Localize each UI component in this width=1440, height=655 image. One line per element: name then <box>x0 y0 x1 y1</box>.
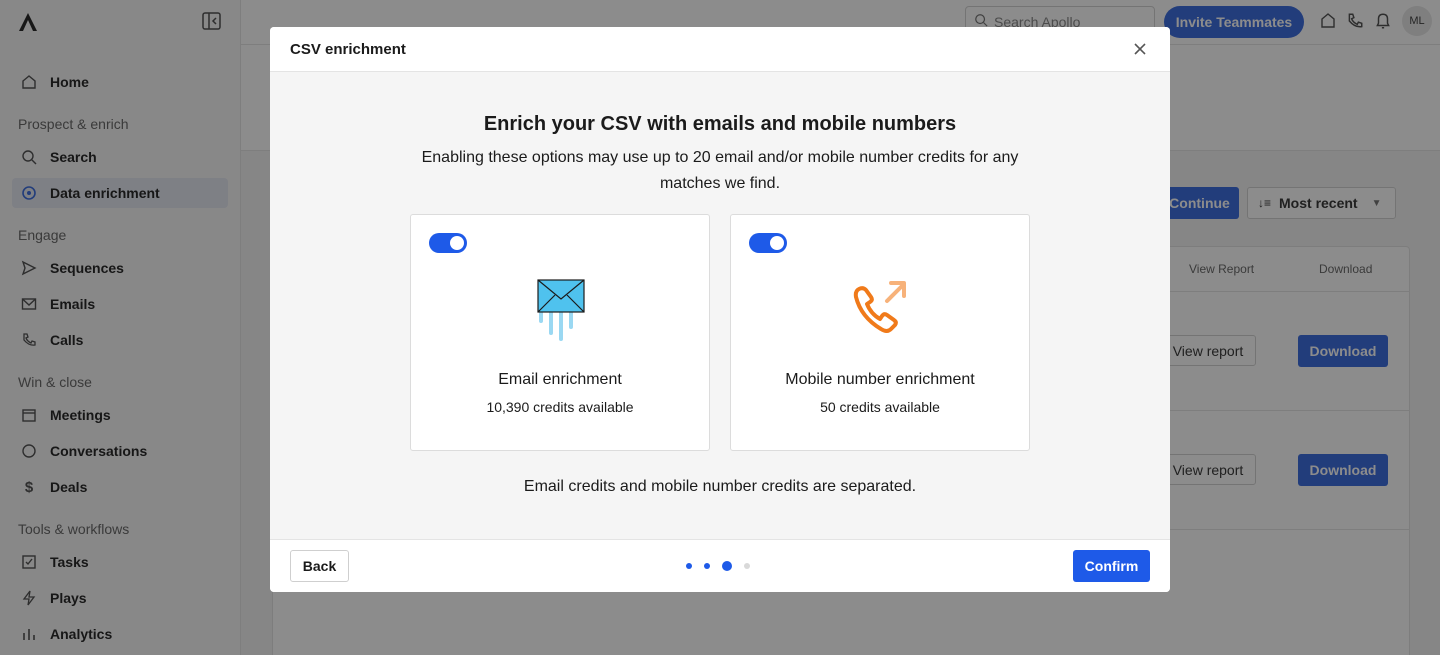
back-button[interactable]: Back <box>290 550 349 582</box>
email-enrichment-toggle[interactable] <box>429 233 467 253</box>
modal-subtext: Enabling these options may use up to 20 … <box>421 149 1019 192</box>
email-credits-available: 10,390 credits available <box>486 399 634 415</box>
mobile-credits-available: 50 credits available <box>820 399 940 415</box>
step-dot-1 <box>686 563 692 569</box>
modal-body: Enrich your CSV with emails and mobile n… <box>270 72 1170 540</box>
mobile-enrichment-toggle[interactable] <box>749 233 787 253</box>
modal-headline: Enrich your CSV with emails and mobile n… <box>483 113 957 135</box>
modal-footer: Back Confirm <box>270 539 1170 592</box>
email-enrichment-card[interactable]: Email enrichment 10,390 credits availabl… <box>410 214 710 451</box>
step-dot-2 <box>704 563 710 569</box>
credits-footnote: Email credits and mobile number credits … <box>523 478 917 495</box>
envelope-icon <box>537 279 585 341</box>
step-dot-4 <box>744 563 750 569</box>
csv-enrichment-modal: CSV enrichment Enrich your CSV with emai… <box>270 27 1170 592</box>
step-dot-3-current <box>722 561 732 571</box>
email-enrichment-title: Email enrichment <box>498 371 622 388</box>
confirm-button[interactable]: Confirm <box>1073 550 1150 582</box>
step-indicator <box>686 561 750 571</box>
close-icon[interactable] <box>1132 41 1148 57</box>
toggle-knob <box>450 236 464 250</box>
mobile-enrichment-card[interactable]: Mobile number enrichment 50 credits avai… <box>730 214 1030 451</box>
modal-header: CSV enrichment <box>270 27 1170 72</box>
phone-outgoing-icon <box>853 281 906 333</box>
mobile-enrichment-title: Mobile number enrichment <box>785 371 975 388</box>
modal-title: CSV enrichment <box>290 40 406 58</box>
toggle-knob <box>770 236 784 250</box>
